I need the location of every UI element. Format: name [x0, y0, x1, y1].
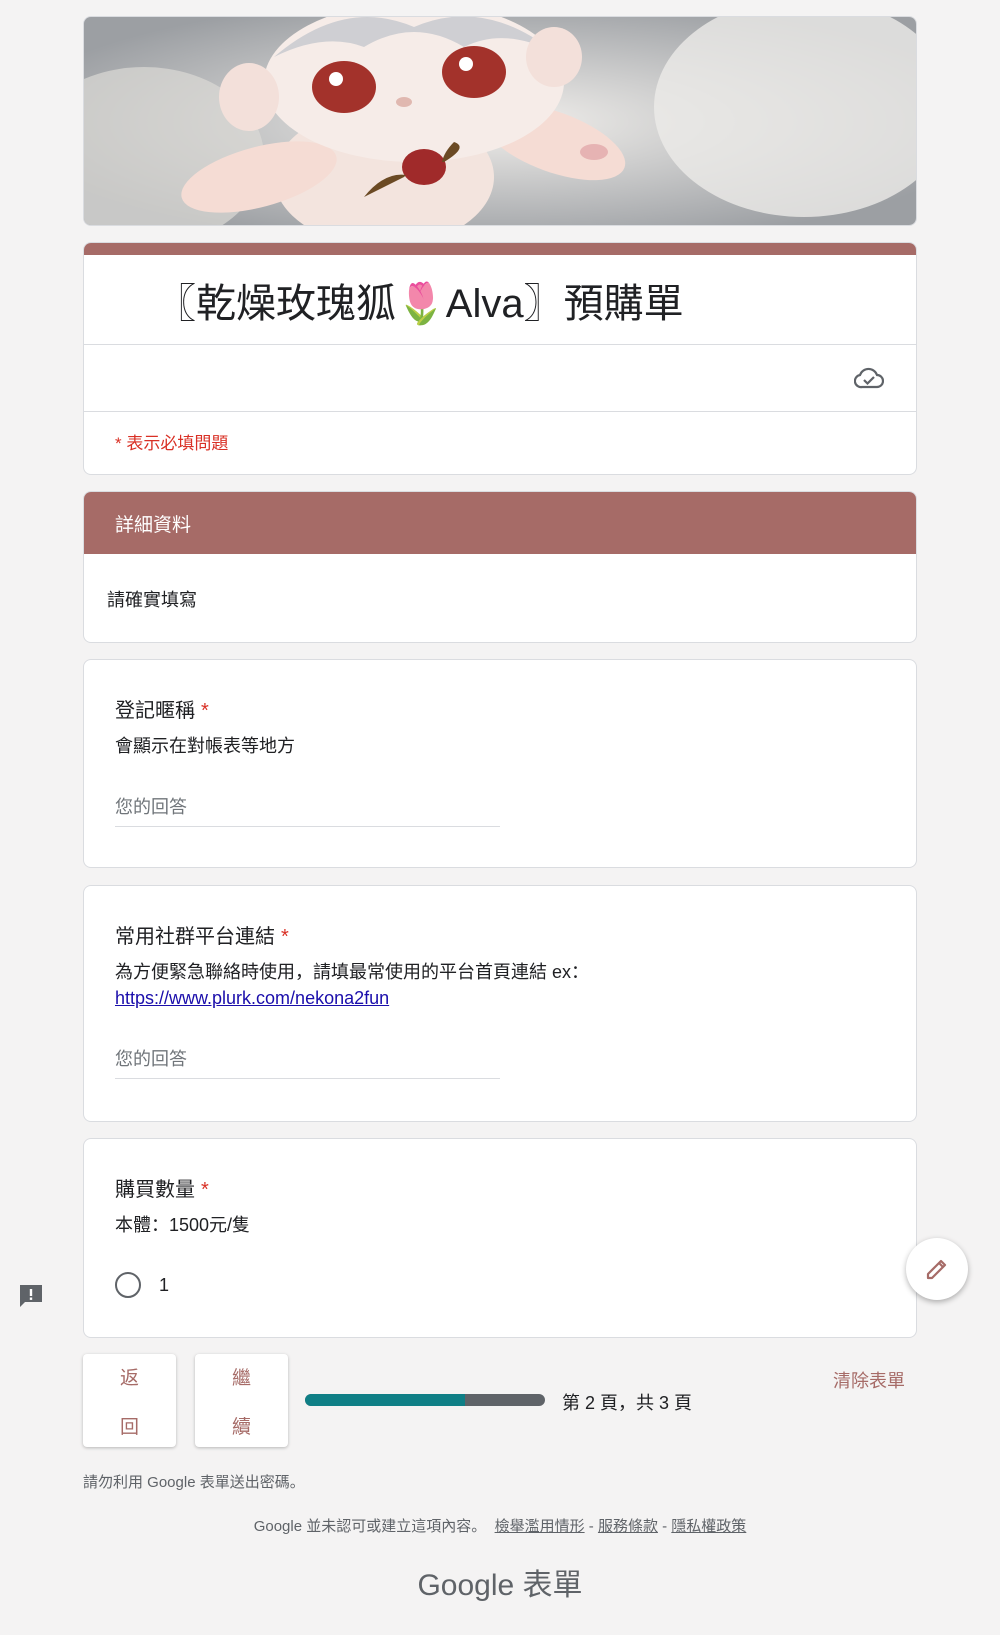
radio-option[interactable]: 1 [115, 1272, 885, 1298]
report-feedback-icon[interactable] [17, 1282, 45, 1310]
question-description: 為方便緊急聯絡時使用，請填最常使用的平台首頁連結 ex： https://www… [115, 959, 885, 1011]
separator: - [657, 1518, 672, 1535]
example-link[interactable]: https://www.plurk.com/nekona2fun [115, 988, 389, 1008]
social-link-input[interactable] [115, 1049, 500, 1079]
question-title: 常用社群平台連結 * [115, 920, 885, 949]
progress-fill [305, 1394, 466, 1406]
save-status-row [84, 345, 916, 412]
form-title: 〖乾燥玫瑰狐🌷Alva〗預購單 [84, 255, 916, 345]
next-button[interactable]: 繼 續 [195, 1354, 288, 1447]
cloud-check-icon[interactable] [854, 365, 884, 391]
question-title-text: 登記暱稱 [115, 700, 195, 722]
question-title-text: 常用社群平台連結 [115, 926, 275, 948]
question-title: 登記暱稱 * [115, 694, 885, 723]
section-card: 詳細資料 請確實填寫 [83, 491, 917, 643]
separator: - [584, 1518, 598, 1535]
section-description: 請確實填寫 [107, 590, 197, 610]
next-button-label-top: 繼 [231, 1367, 251, 1389]
google-forms-logo: Google 表單 [417, 1569, 583, 1602]
password-warning: 請勿利用 Google 表單送出密碼。 [83, 1474, 305, 1491]
question-nickname: 登記暱稱 * 會顯示在對帳表等地方 [83, 659, 917, 868]
terms-link[interactable]: 服務條款 [598, 1518, 658, 1535]
back-button-label-bottom: 回 [119, 1416, 139, 1438]
section-title: 詳細資料 [84, 492, 916, 554]
edit-fab[interactable] [906, 1238, 968, 1300]
question-description-text: 為方便緊急聯絡時使用，請填最常使用的平台首頁連結 ex： [115, 962, 590, 982]
form-title-card: 〖乾燥玫瑰狐🌷Alva〗預購單 * 表示必填問題 [83, 242, 917, 475]
required-note: * 表示必填問題 [115, 434, 229, 453]
question-description: 會顯示在對帳表等地方 [115, 736, 295, 756]
next-button-label-bottom: 續 [231, 1416, 251, 1438]
clear-form-button[interactable]: 清除表單 [833, 1367, 905, 1393]
pencil-icon [926, 1259, 947, 1280]
footer-disclaimer: Google 並未認可或建立這項內容。 檢舉濫用情形 - 服務條款 - 隱私權政… [0, 1515, 1000, 1536]
question-description: 本體：1500元/隻 [115, 1215, 251, 1235]
question-social-link: 常用社群平台連結 * 為方便緊急聯絡時使用，請填最常使用的平台首頁連結 ex： h… [83, 885, 917, 1122]
question-title: 購買數量 * [115, 1173, 885, 1202]
radio-button[interactable] [115, 1272, 141, 1298]
theme-top-bar [84, 243, 916, 255]
required-star: * [281, 926, 289, 948]
radio-option-label: 1 [159, 1274, 170, 1295]
progress-bar [305, 1394, 545, 1406]
required-star: * [201, 1179, 209, 1201]
report-abuse-link[interactable]: 檢舉濫用情形 [495, 1518, 585, 1535]
header-banner [83, 16, 917, 226]
plush-doll-image [84, 17, 916, 225]
privacy-link[interactable]: 隱私權政策 [671, 1518, 746, 1535]
question-title-text: 購買數量 [115, 1179, 195, 1201]
disclaimer-text: Google 並未認可或建立這項內容。 [253, 1518, 487, 1535]
question-quantity: 購買數量 * 本體：1500元/隻 1 [83, 1138, 917, 1338]
page-indicator: 第 2 頁，共 3 頁 [562, 1393, 693, 1413]
nickname-input[interactable] [115, 797, 500, 827]
back-button-label-top: 返 [119, 1367, 139, 1389]
required-star: * [201, 700, 209, 722]
back-button[interactable]: 返 回 [83, 1354, 176, 1447]
